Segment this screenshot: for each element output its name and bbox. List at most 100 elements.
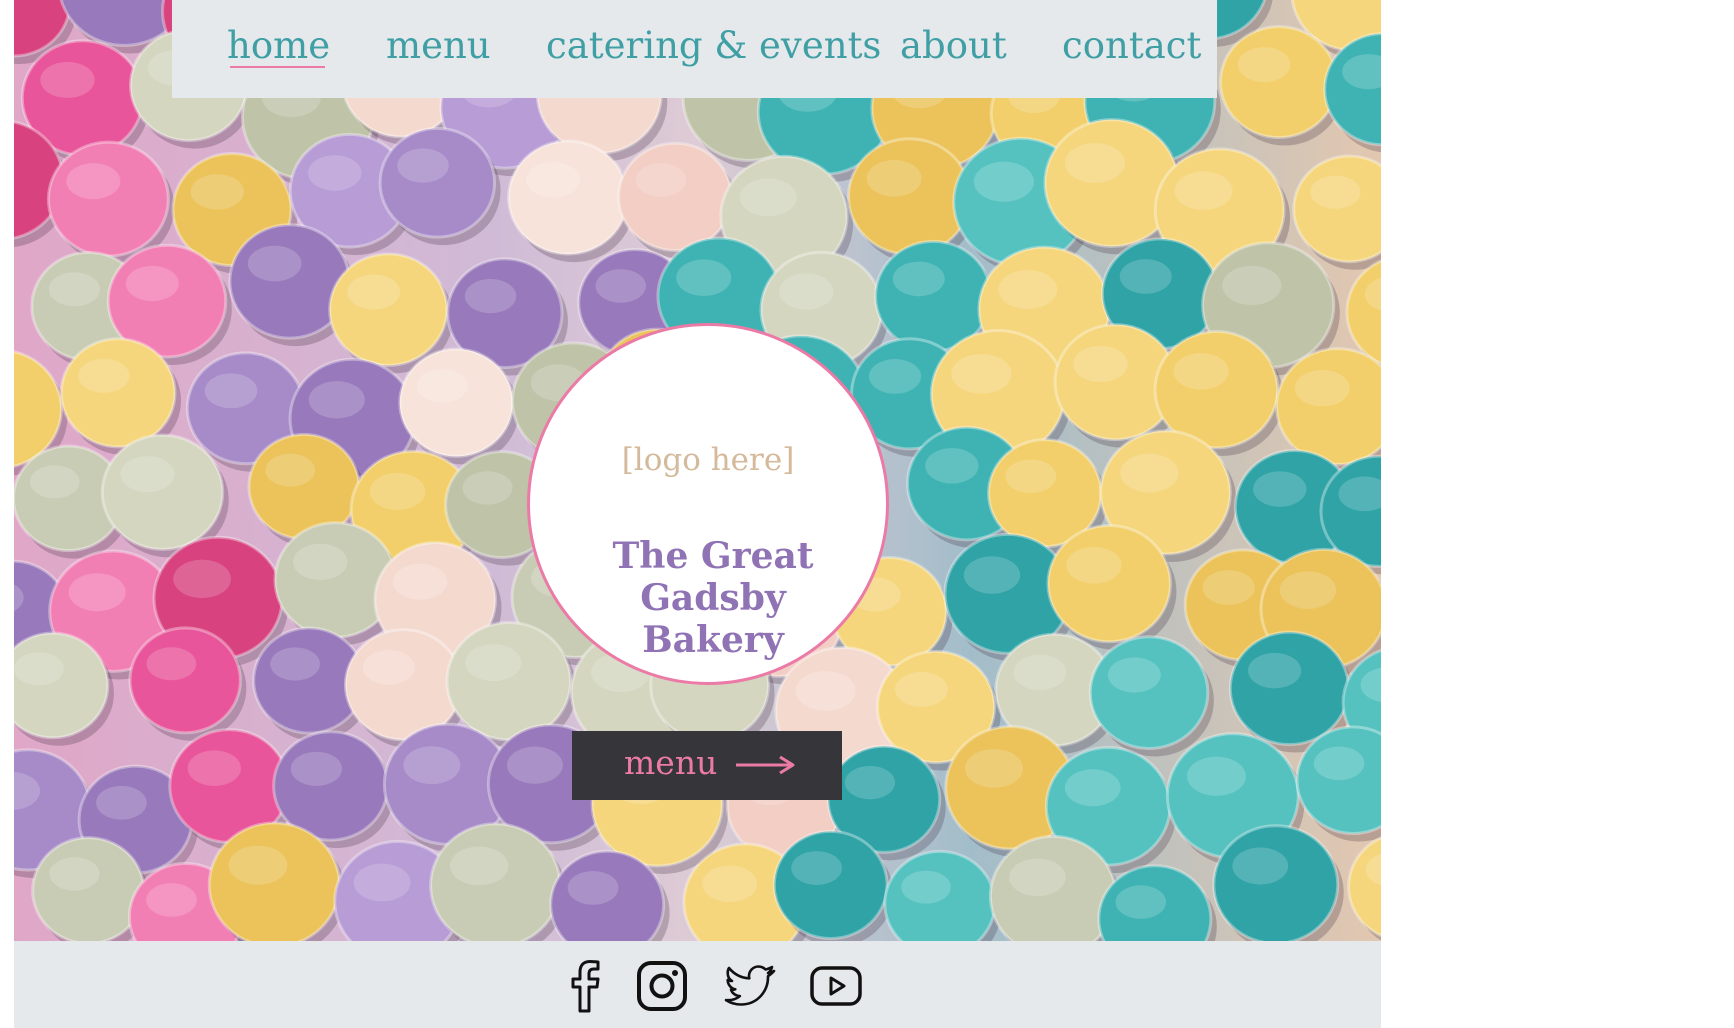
macaron [59,337,177,449]
macaron-highlight [465,644,522,682]
macaron-highlight [635,162,687,197]
instagram-icon[interactable] [635,959,689,1013]
macaron-highlight [892,261,945,297]
macaron-highlight [1202,570,1255,605]
macaron-highlight [450,846,509,886]
macaron [429,822,562,941]
macaron-highlight [265,453,315,487]
macaron [1275,347,1381,466]
macaron-highlight [362,649,416,685]
macaron-highlight [392,563,448,600]
arrow-right-icon [736,755,795,775]
macaron [328,252,449,367]
macaron-highlight [397,148,449,183]
macaron-highlight [204,373,258,409]
macaron-highlight [270,647,320,681]
brand-badge: [logo here] The Great Gadsby Bakery [527,323,889,685]
macaron [207,821,341,941]
macaron-highlight [173,559,231,599]
macaron [1088,635,1210,750]
macaron-highlight [125,265,179,302]
page: home menu catering & events about contac… [0,0,1734,1028]
macaron-highlight [120,456,175,493]
macaron-highlight [526,161,580,198]
macaron-highlight [1232,847,1289,885]
macaron-highlight [901,870,951,904]
macaron-highlight [925,448,979,484]
macaron-highlight [1173,352,1229,390]
macaron-highlight [779,273,834,310]
macaron-highlight [308,381,365,419]
macaron-highlight [951,353,1012,394]
logo-placeholder: [logo here] [621,442,795,478]
macaron-highlight [416,368,468,403]
macaron-highlight [369,472,426,511]
macaron [1347,836,1381,938]
macaron-highlight [347,274,401,310]
macaron-highlight [66,163,121,200]
macaron-highlight [187,750,241,786]
macaron [14,631,110,740]
macaron-highlight [998,270,1058,310]
macaron-highlight [146,883,197,917]
macaron-highlight [1064,143,1125,184]
macaron-highlight [868,358,922,394]
twitter-icon[interactable] [724,959,778,1013]
macaron-highlight [866,160,922,197]
macaron-highlight [68,573,126,612]
menu-cta-label: menu [624,743,718,782]
macaron-highlight [48,272,100,307]
brand-name-line2: Bakery [642,619,784,661]
macaron-highlight [1120,453,1179,493]
macaron-highlight [40,61,95,99]
macaron-highlight [308,155,362,191]
macaron-highlight [353,863,411,902]
nav-home[interactable]: home [227,18,330,74]
macaron-highlight [462,471,513,505]
macaron [772,829,889,941]
brand-name-line1: The Great Gadsby [612,535,814,619]
macaron-highlight [403,746,461,785]
macaron [31,836,146,941]
macaron-highlight [1237,47,1291,83]
youtube-icon[interactable] [809,959,863,1013]
macaron-highlight [1005,459,1057,494]
macaron-highlight [228,845,288,885]
menu-cta-button[interactable]: menu [572,731,842,800]
macaron-highlight [965,749,1024,788]
nav-contact[interactable]: contact [1062,18,1201,74]
macaron-highlight [1313,746,1365,781]
macaron-highlight [1310,175,1361,209]
macaron-highlight [1009,858,1066,897]
macaron [1212,824,1340,941]
macaron-highlight [895,671,948,707]
macaron [128,626,242,735]
macaron-highlight [14,652,64,686]
macaron-highlight [49,857,100,891]
macaron-highlight [507,746,563,784]
macaron-highlight [791,851,843,885]
macaron-highlight [1064,769,1121,807]
macaron [100,433,225,551]
macaron-highlight [1294,369,1350,407]
macaron-highlight [739,178,797,217]
macaron [398,347,515,458]
macaron [1292,154,1381,264]
macaron-highlight [973,161,1034,202]
macaron-highlight [1186,756,1246,796]
macaron [846,137,972,257]
nav-about[interactable]: about [900,18,1007,74]
macaron-highlight [96,785,147,820]
macaron-highlight [29,465,80,499]
macaron-highlight [1253,471,1307,507]
nav-catering-events[interactable]: catering & events [546,18,881,74]
macaron-highlight [1066,546,1122,584]
macaron-highlight [1248,652,1302,689]
macaron-highlight [1115,885,1167,919]
macaron [46,140,170,258]
nav-menu[interactable]: menu [386,18,491,74]
macaron-highlight [293,543,348,581]
facebook-icon[interactable] [558,959,612,1013]
macaron-highlight [1119,259,1172,294]
macaron-highlight [190,174,244,210]
